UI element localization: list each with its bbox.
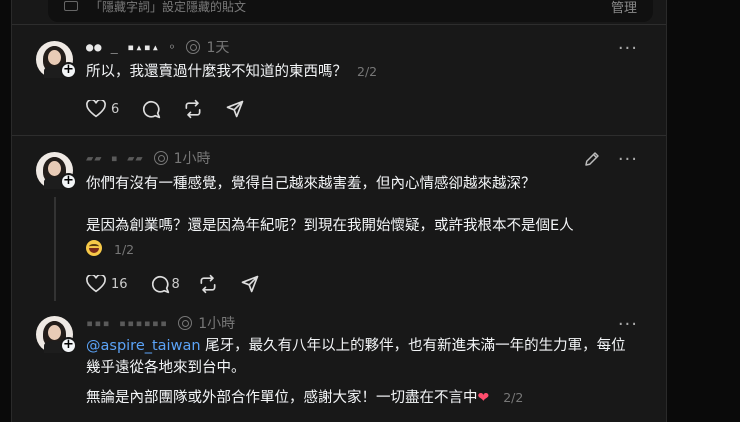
more-options-icon[interactable]: ··· bbox=[618, 316, 638, 334]
page-indicator: 1/2 bbox=[114, 242, 135, 257]
post-line: 是因為創業嗎？還是因為年紀呢？到現在我開始懷疑，或許我根本不是個E人 bbox=[86, 218, 574, 234]
follow-plus-icon[interactable]: + bbox=[60, 337, 77, 354]
avatar[interactable]: + bbox=[36, 41, 77, 79]
like-button[interactable]: 16 bbox=[86, 275, 128, 293]
views-icon bbox=[178, 316, 193, 330]
post-line: 無論是內部團隊或外部合作單位，感謝大家！一切盡在不言中 bbox=[86, 390, 478, 406]
heart-icon bbox=[86, 100, 106, 118]
username[interactable]: ▰▰ ▪ ▰▰ bbox=[86, 151, 144, 165]
post-text: 所以，我還賣過什麼我不知道的東西嗎？ 2/2 bbox=[86, 61, 626, 83]
thread-connector bbox=[54, 197, 56, 301]
avatar[interactable]: + bbox=[36, 152, 77, 190]
heart-emoji-icon: ❤ bbox=[477, 390, 490, 406]
hidden-icon bbox=[64, 1, 78, 11]
comment-icon bbox=[143, 100, 161, 119]
share-button[interactable] bbox=[225, 99, 245, 119]
repost-button[interactable] bbox=[198, 274, 218, 294]
follow-plus-icon[interactable]: + bbox=[60, 62, 77, 79]
follow-plus-icon[interactable]: + bbox=[60, 173, 77, 190]
avatar[interactable]: + bbox=[36, 316, 77, 354]
edit-icon[interactable] bbox=[583, 150, 601, 168]
reply-post: + ●● _ ▪▴▪▴ ◦ 1天 ··· 所以，我還賣過什麼我不知道的東西嗎？ 2… bbox=[12, 24, 666, 135]
comment-button[interactable] bbox=[141, 99, 161, 119]
grinning-sweat-emoji-icon bbox=[86, 240, 102, 256]
timestamp[interactable]: 1天 bbox=[206, 37, 229, 57]
timestamp[interactable]: 1小時 bbox=[198, 313, 235, 333]
repost-button[interactable] bbox=[183, 99, 203, 119]
banner-text: 「隱藏字詞」設定隱藏的貼文 bbox=[90, 0, 247, 14]
reply-post: + ▰▰ ▪ ▰▰ 1小時 ··· 你們有沒有一種感覺，覺得自己越來越害羞，但內… bbox=[12, 135, 666, 310]
comment-icon bbox=[151, 275, 169, 294]
share-icon bbox=[241, 275, 259, 293]
comment-button[interactable]: 8 bbox=[150, 274, 180, 294]
share-button[interactable] bbox=[240, 274, 260, 294]
repost-icon bbox=[200, 274, 216, 294]
post-text: 你們有沒有一種感覺，覺得自己越來越害羞，但內心情感卻越來越深？ 是因為創業嗎？還… bbox=[86, 173, 626, 261]
reply-post: + ▪▪▪ ▪▪▪▪▪▪ 1小時 ··· @aspire_taiwan 尾牙，最… bbox=[12, 310, 666, 422]
page-indicator: 2/2 bbox=[357, 64, 378, 79]
repost-icon bbox=[185, 99, 201, 119]
heart-icon bbox=[86, 275, 106, 293]
post-line: 所以，我還賣過什麼我不知道的東西嗎？ bbox=[86, 64, 347, 80]
views-icon bbox=[186, 40, 201, 54]
like-button[interactable]: 6 bbox=[86, 100, 119, 118]
post-text: @aspire_taiwan 尾牙，最久有八年以上的夥伴，也有新進未滿一年的生力… bbox=[86, 335, 626, 409]
username[interactable]: ●● _ ▪▴▪▴ ◦ bbox=[86, 40, 176, 54]
thread-feed: 「隱藏字詞」設定隱藏的貼文 管理 + ●● _ ▪▴▪▴ ◦ 1天 ··· 所以… bbox=[11, 0, 667, 422]
manage-link[interactable]: 管理 bbox=[611, 0, 637, 16]
share-icon bbox=[226, 100, 244, 118]
username[interactable]: ▪▪▪ ▪▪▪▪▪▪ bbox=[86, 316, 168, 330]
action-bar: 16 8 bbox=[86, 274, 282, 294]
more-options-icon[interactable]: ··· bbox=[618, 151, 638, 169]
like-count: 16 bbox=[111, 276, 128, 292]
action-bar: 6 bbox=[86, 99, 267, 119]
page-indicator: 2/2 bbox=[503, 390, 524, 405]
post-line: 你們有沒有一種感覺，覺得自己越來越害羞，但內心情感卻越來越深？ bbox=[86, 176, 536, 192]
reply-count: 8 bbox=[171, 276, 180, 292]
views-icon bbox=[153, 151, 168, 165]
mention-link[interactable]: @aspire_taiwan bbox=[86, 338, 201, 354]
more-options-icon[interactable]: ··· bbox=[618, 40, 638, 58]
hidden-words-banner: 「隱藏字詞」設定隱藏的貼文 管理 bbox=[48, 0, 653, 22]
like-count: 6 bbox=[111, 101, 120, 117]
timestamp[interactable]: 1小時 bbox=[174, 148, 211, 168]
